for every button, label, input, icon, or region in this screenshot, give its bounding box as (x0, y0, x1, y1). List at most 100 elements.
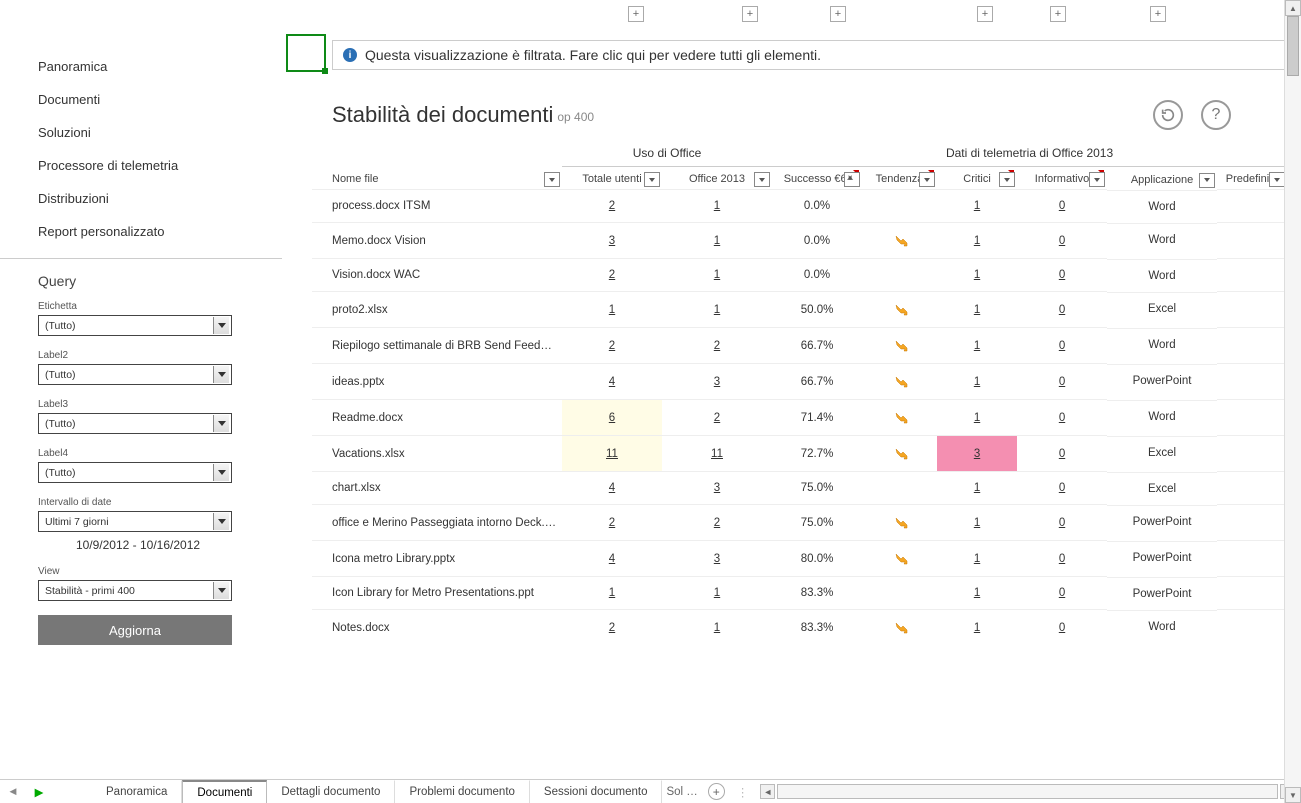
cell-info[interactable]: 0 (1017, 400, 1107, 436)
cell-info[interactable]: 0 (1017, 610, 1107, 646)
vscroll-thumb[interactable] (1287, 16, 1299, 76)
table-row[interactable]: office e Merino Passeggiata intorno Deck… (312, 505, 1287, 541)
table-row[interactable]: ideas.pptx4366.7%10PowerPoint (312, 364, 1287, 400)
cell-critical[interactable]: 1 (937, 328, 1017, 364)
table-row[interactable]: Riepilogo settimanale di BRB Send Feedba… (312, 328, 1287, 364)
cell-o2013[interactable]: 2 (662, 400, 772, 436)
query-select-2[interactable]: (Tutto) (38, 413, 232, 434)
table-row[interactable]: Vision.docx WAC210.0%10Word (312, 259, 1287, 292)
cell-info[interactable]: 0 (1017, 505, 1107, 541)
cell-total[interactable]: 6 (562, 400, 662, 436)
filter-banner[interactable]: i Questa visualizzazione è filtrata. Far… (332, 40, 1287, 70)
sheet-tab-3[interactable]: Problemi documento (395, 780, 529, 803)
vscroll-up-button[interactable]: ▲ (1285, 0, 1301, 16)
cell-critical[interactable]: 3 (937, 436, 1017, 472)
cell-info[interactable]: 0 (1017, 577, 1107, 610)
cell-o2013[interactable]: 3 (662, 364, 772, 400)
nav-item-3[interactable]: Processore di telemetria (38, 149, 282, 182)
cell-info[interactable]: 0 (1017, 328, 1107, 364)
cell-info[interactable]: 0 (1017, 436, 1107, 472)
cell-total[interactable]: 2 (562, 259, 662, 292)
cell-critical[interactable]: 1 (937, 364, 1017, 400)
cell-total[interactable]: 1 (562, 292, 662, 328)
cell-total[interactable]: 2 (562, 328, 662, 364)
cell-o2013[interactable]: 11 (662, 436, 772, 472)
tab-prev-button[interactable]: ◄ (0, 780, 26, 803)
add-column-button[interactable]: + (977, 6, 993, 22)
table-row[interactable]: Vacations.xlsx111172.7%30Excel (312, 436, 1287, 472)
cell-info[interactable]: 0 (1017, 223, 1107, 259)
filter-button[interactable] (1199, 173, 1215, 188)
filter-button[interactable] (999, 172, 1015, 187)
view-select[interactable]: Stabilità - primi 400 (38, 580, 232, 601)
fill-handle-icon[interactable] (322, 68, 328, 74)
cell-o2013[interactable]: 2 (662, 328, 772, 364)
cell-total[interactable]: 4 (562, 541, 662, 577)
tab-next-button[interactable]: ▶ (26, 780, 52, 803)
cell-o2013[interactable]: 3 (662, 541, 772, 577)
add-column-button[interactable]: + (830, 6, 846, 22)
table-row[interactable]: Readme.docx6271.4%10Word (312, 400, 1287, 436)
cell-critical[interactable]: 1 (937, 472, 1017, 505)
date-range-select[interactable]: Ultimi 7 giorni (38, 511, 232, 532)
sheet-tab-2[interactable]: Dettagli documento (267, 780, 395, 803)
nav-item-5[interactable]: Report personalizzato (38, 215, 282, 248)
add-column-button[interactable]: + (1150, 6, 1166, 22)
cell-o2013[interactable]: 1 (662, 292, 772, 328)
cell-o2013[interactable]: 1 (662, 259, 772, 292)
cell-critical[interactable]: 1 (937, 292, 1017, 328)
cell-info[interactable]: 0 (1017, 190, 1107, 223)
cell-info[interactable]: 0 (1017, 364, 1107, 400)
cell-critical[interactable]: 1 (937, 190, 1017, 223)
update-button[interactable]: Aggiorna (38, 615, 232, 645)
cell-total[interactable]: 2 (562, 190, 662, 223)
cell-total[interactable]: 4 (562, 472, 662, 505)
cell-o2013[interactable]: 2 (662, 505, 772, 541)
table-row[interactable]: Icona metro Library.pptx4380.0%10PowerPo… (312, 541, 1287, 577)
cell-critical[interactable]: 1 (937, 259, 1017, 292)
add-column-button[interactable]: + (1050, 6, 1066, 22)
cell-total[interactable]: 2 (562, 505, 662, 541)
filter-button[interactable] (1269, 172, 1285, 187)
add-column-button[interactable]: + (628, 6, 644, 22)
query-select-1[interactable]: (Tutto) (38, 364, 232, 385)
filter-button[interactable] (1089, 172, 1105, 187)
cell-info[interactable]: 0 (1017, 259, 1107, 292)
cell-critical[interactable]: 1 (937, 400, 1017, 436)
table-row[interactable]: chart.xlsx4375.0%10Excel (312, 472, 1287, 505)
table-row[interactable]: process.docx ITSM210.0%10Word (312, 190, 1287, 223)
nav-item-0[interactable]: Panoramica (38, 50, 282, 83)
cell-total[interactable]: 1 (562, 577, 662, 610)
cell-o2013[interactable]: 1 (662, 223, 772, 259)
cell-critical[interactable]: 1 (937, 610, 1017, 646)
nav-item-4[interactable]: Distribuzioni (38, 182, 282, 215)
nav-item-1[interactable]: Documenti (38, 83, 282, 116)
hscroll-track[interactable] (777, 784, 1278, 799)
cell-total[interactable]: 4 (562, 364, 662, 400)
filter-button[interactable] (544, 172, 560, 187)
cell-o2013[interactable]: 1 (662, 577, 772, 610)
help-button[interactable]: ? (1201, 100, 1231, 130)
filter-button-active[interactable] (844, 172, 860, 187)
sheet-tab-4[interactable]: Sessioni documento (530, 780, 663, 803)
cell-o2013[interactable]: 3 (662, 472, 772, 505)
cell-total[interactable]: 11 (562, 436, 662, 472)
filter-button[interactable] (754, 172, 770, 187)
vertical-scrollbar[interactable]: ▲ ▼ (1284, 0, 1301, 803)
filter-button[interactable] (644, 172, 660, 187)
tab-overflow[interactable]: Sol … (662, 780, 701, 803)
query-select-3[interactable]: (Tutto) (38, 462, 232, 483)
vscroll-down-button[interactable]: ▼ (1285, 787, 1301, 803)
refresh-button[interactable] (1153, 100, 1183, 130)
query-select-0[interactable]: (Tutto) (38, 315, 232, 336)
cell-info[interactable]: 0 (1017, 292, 1107, 328)
table-row[interactable]: proto2.xlsx1150.0%10Excel (312, 292, 1287, 328)
cell-total[interactable]: 3 (562, 223, 662, 259)
table-row[interactable]: Icon Library for Metro Presentations.ppt… (312, 577, 1287, 610)
vscroll-track[interactable] (1285, 16, 1301, 787)
cell-o2013[interactable]: 1 (662, 190, 772, 223)
add-column-button[interactable]: + (742, 6, 758, 22)
cell-critical[interactable]: 1 (937, 541, 1017, 577)
sheet-tab-0[interactable]: Panoramica (92, 780, 182, 803)
cell-critical[interactable]: 1 (937, 577, 1017, 610)
